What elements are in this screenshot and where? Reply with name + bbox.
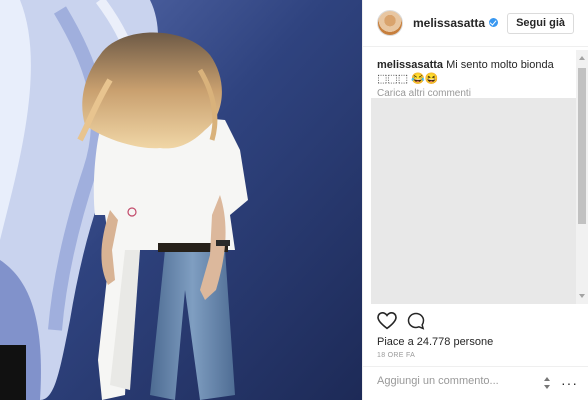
photo-illustration [0, 0, 362, 400]
scroll-up-arrow-icon[interactable] [579, 56, 585, 60]
comment-box: ··· [363, 366, 588, 401]
post-side-panel: melissasatta Segui già melissasatta Mi s… [362, 0, 588, 400]
caption-username[interactable]: melissasatta [377, 59, 443, 71]
post-header: melissasatta Segui già [363, 0, 588, 47]
more-options-icon[interactable]: ··· [561, 375, 578, 391]
follow-button[interactable]: Segui già [507, 13, 574, 34]
comment-icon[interactable] [407, 312, 425, 330]
post-photo [0, 0, 362, 400]
post-caption: melissasatta Mi sento molto bionda ⬚⬚⬚ 😂… [377, 58, 575, 86]
resize-arrows-icon[interactable] [543, 377, 552, 389]
arrow-down-icon [544, 385, 550, 389]
post-timestamp: 18 ORE FA [377, 352, 416, 359]
username-text: melissasatta [413, 16, 486, 30]
comment-input[interactable] [377, 375, 542, 387]
scroll-down-arrow-icon[interactable] [579, 294, 585, 298]
comments-area [371, 98, 576, 304]
avatar[interactable] [377, 10, 403, 36]
arrow-up-icon [544, 377, 550, 381]
username-link[interactable]: melissasatta [413, 16, 499, 30]
heart-icon[interactable] [377, 312, 397, 330]
comments-scrollbar[interactable] [576, 50, 588, 304]
post-actions [377, 312, 425, 330]
likes-count[interactable]: Piace a 24.778 persone [377, 336, 493, 348]
verified-badge-icon [489, 18, 499, 27]
scrollbar-thumb[interactable] [578, 68, 586, 224]
